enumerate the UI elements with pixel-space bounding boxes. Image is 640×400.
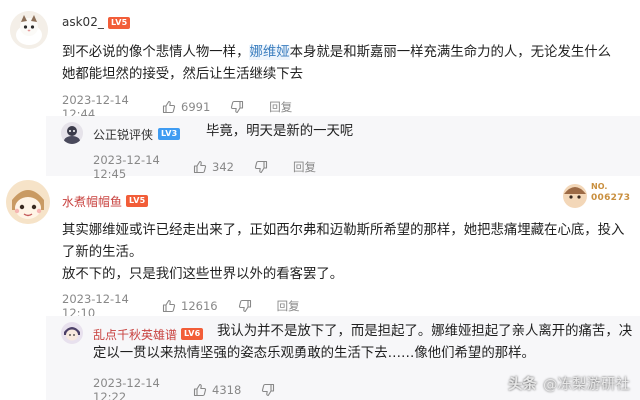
like-button[interactable]: 6991: [162, 100, 210, 114]
thumbs-down-icon: [254, 160, 268, 174]
comment-item: 水煮帽帽鱼 LV5 NO. 006273 其实娜维娅或许已经走出来了，正如西尔弗…: [0, 178, 640, 400]
like-button[interactable]: 12616: [162, 299, 218, 313]
username[interactable]: 水煮帽帽鱼: [62, 193, 122, 210]
dislike-button[interactable]: [238, 299, 257, 313]
thumbs-down-icon: [262, 383, 275, 397]
mention-link[interactable]: 娜维娅: [249, 45, 290, 60]
thumbs-up-icon: [193, 383, 207, 397]
thumbs-down-icon: [238, 299, 251, 313]
thumbs-up-icon: [162, 299, 176, 313]
reply-button[interactable]: 回复: [277, 298, 300, 314]
comment-text-part: 到不必说的像个悲情人物一样，: [62, 45, 250, 60]
comment-text: 其实娜维娅或许已经走出来了，正如西尔弗和迈勒斯所希望的那样，她把悲痛埋藏在心底，…: [62, 220, 634, 286]
reply-item: 公正锐评侠 LV3 毕竟，明天是新的一天呢 2023-12-14 12:45 3…: [46, 116, 640, 181]
avatar[interactable]: [6, 180, 50, 224]
dislike-button[interactable]: [254, 160, 273, 174]
username[interactable]: ask02_: [62, 15, 104, 29]
timestamp: 2023-12-14 12:22: [93, 376, 160, 400]
badge-label: NO.: [591, 182, 608, 191]
thumbs-up-icon: [162, 100, 176, 114]
thumbs-down-icon: [231, 100, 244, 114]
watermark-handle: @冻梨游研社: [543, 377, 630, 393]
level-badge: LV5: [108, 17, 131, 29]
comment-text: 到不必说的像个悲情人物一样，娜维娅本身就是和斯嘉丽一样充满生命力的人，无论发生什…: [62, 42, 617, 86]
reply-text: 毕竟，明天是新的一天呢: [206, 124, 354, 139]
reply-button[interactable]: 回复: [293, 159, 316, 175]
dislike-button[interactable]: [261, 383, 280, 397]
dislike-button[interactable]: [230, 100, 249, 114]
like-button[interactable]: 342: [193, 160, 234, 174]
like-count: 6991: [181, 100, 211, 114]
reply-text: 我认为并不是放下了，而是担起了。娜维娅担起了亲人离开的痛苦，决定以一贯以来热情坚…: [93, 324, 633, 361]
reply-meta: 2023-12-14 12:22 4318: [93, 376, 300, 400]
comment-paragraph: 放不下的，只是我们这些世界以外的看客罢了。: [62, 267, 344, 282]
level-badge: LV5: [126, 195, 149, 207]
avatar[interactable]: [61, 122, 83, 144]
timestamp: 2023-12-14 12:45: [93, 153, 160, 181]
comment-item: ask02_ LV5 到不必说的像个悲情人物一样，娜维娅本身就是和斯嘉丽一样充满…: [0, 0, 640, 181]
reply-button[interactable]: 回复: [269, 99, 292, 115]
badge-number: 006273: [591, 193, 631, 203]
like-button[interactable]: 4318: [193, 383, 241, 397]
level-badge: LV3: [158, 128, 181, 140]
username[interactable]: 公正锐评侠: [93, 126, 153, 143]
avatar[interactable]: [61, 322, 83, 344]
thumbs-up-icon: [193, 160, 207, 174]
avatar[interactable]: [10, 11, 48, 49]
watermark: 头条 @冻梨游研社: [508, 373, 630, 394]
reply-meta: 2023-12-14 12:45 342 回复: [93, 153, 316, 181]
like-count: 4318: [212, 383, 242, 397]
like-count: 342: [212, 160, 234, 174]
like-count: 12616: [181, 299, 218, 313]
comment-paragraph: 其实娜维娅或许已经走出来了，正如西尔弗和迈勒斯所希望的那样，她把悲痛埋藏在心底，…: [62, 223, 625, 260]
watermark-prefix: 头条: [508, 377, 537, 393]
fan-badge: NO. 006273: [562, 182, 636, 210]
